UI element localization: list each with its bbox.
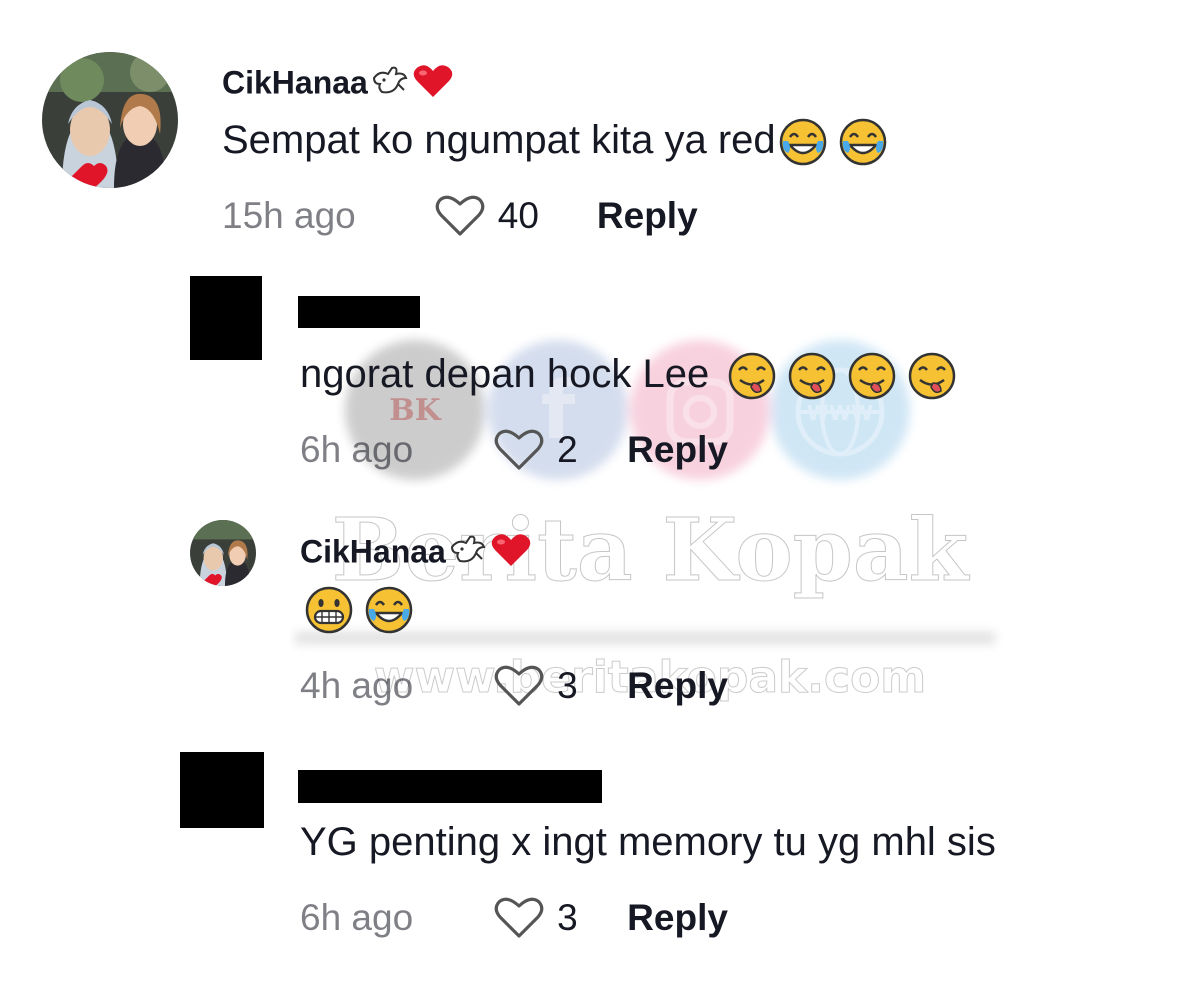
like-button[interactable] xyxy=(493,428,545,472)
avatar[interactable] xyxy=(190,520,256,586)
username-text: CikHanaa xyxy=(300,533,446,570)
comment-text-content: ngorat depan hock Lee xyxy=(300,352,710,396)
comment-text: Sempat ko ngumpat kita ya red xyxy=(222,116,888,167)
redacted-username xyxy=(298,296,420,328)
comment-item: YG penting x ingt memory tu yg mhl sis 6… xyxy=(0,0,1200,938)
heart-emoji xyxy=(412,63,454,107)
face-savoring-food-emoji xyxy=(907,351,957,401)
comment-meta: 15h ago 40 Reply xyxy=(222,194,698,238)
like-count: 2 xyxy=(557,429,578,470)
comment-username[interactable]: CikHanaa xyxy=(222,63,454,107)
like-count: 3 xyxy=(557,665,578,706)
comment-timestamp: 6h ago xyxy=(300,429,414,470)
reply-button[interactable]: Reply xyxy=(627,897,728,939)
reply-button[interactable]: Reply xyxy=(627,429,728,471)
avatar[interactable] xyxy=(42,52,178,188)
comment-meta: 6h ago 2 Reply xyxy=(300,428,728,472)
face-savoring-food-emoji xyxy=(727,351,777,401)
redacted-avatar xyxy=(180,752,264,828)
like-count: 3 xyxy=(557,897,578,938)
like-button[interactable] xyxy=(493,896,545,940)
tears-of-joy-emoji xyxy=(364,585,414,635)
comment-timestamp: 15h ago xyxy=(222,195,356,236)
reply-button[interactable]: Reply xyxy=(597,195,698,237)
avatar-photo xyxy=(190,520,256,586)
comment-text xyxy=(300,584,414,635)
redacted-avatar xyxy=(190,276,262,360)
svg-text:WWW: WWW xyxy=(807,401,873,425)
tears-of-joy-emoji xyxy=(838,117,888,167)
heart-outline-icon xyxy=(435,195,485,236)
grinning-face-emoji xyxy=(304,585,354,635)
comment-text-content: Sempat ko ngumpat kita ya red xyxy=(222,118,776,162)
face-savoring-food-emoji xyxy=(787,351,837,401)
like-button[interactable] xyxy=(434,194,486,238)
redacted-username xyxy=(298,770,602,803)
comment-meta: 6h ago 3 Reply xyxy=(300,896,728,940)
like-count: 40 xyxy=(497,195,539,236)
comment-text: YG penting x ingt memory tu yg mhl sis xyxy=(300,818,996,866)
comment-username[interactable]: CikHanaa xyxy=(300,532,532,576)
dove-emoji xyxy=(370,64,410,106)
username-text: CikHanaa xyxy=(222,64,368,101)
dove-emoji xyxy=(448,533,488,575)
comment-meta: 4h ago 3 Reply xyxy=(300,664,728,708)
face-savoring-food-emoji xyxy=(847,351,897,401)
heart-outline-icon xyxy=(494,429,544,470)
heart-emoji xyxy=(490,532,532,576)
like-button[interactable] xyxy=(493,664,545,708)
comment-timestamp: 4h ago xyxy=(300,665,414,706)
comment-timestamp: 6h ago xyxy=(300,897,414,938)
avatar-photo xyxy=(42,52,178,188)
reply-button[interactable]: Reply xyxy=(627,665,728,707)
tears-of-joy-emoji xyxy=(778,117,828,167)
heart-outline-icon xyxy=(494,897,544,938)
comment-text-content: YG penting x ingt memory tu yg mhl sis xyxy=(300,820,996,864)
comment-text: ngorat depan hock Lee xyxy=(300,350,957,401)
heart-outline-icon xyxy=(494,665,544,706)
